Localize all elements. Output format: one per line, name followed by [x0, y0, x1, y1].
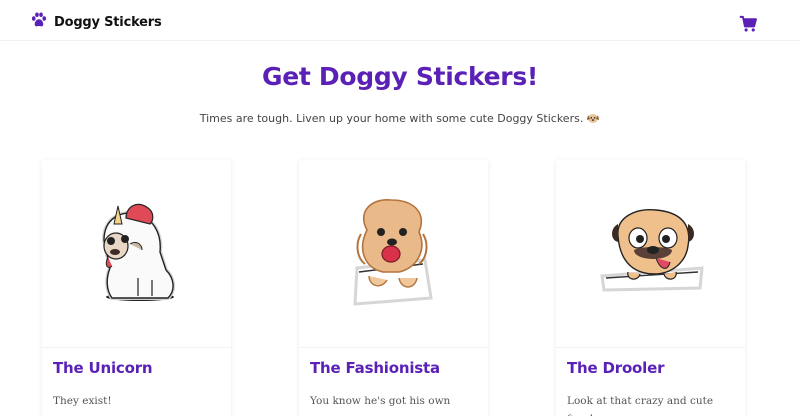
product-description: Look at that crazy and cute face!	[567, 395, 714, 416]
page-subtitle: Times are tough. Liven up your home with…	[0, 112, 800, 125]
product-image	[42, 160, 231, 348]
product-card[interactable]: The Unicorn They exist!	[42, 160, 231, 416]
drooling-pug-sticker	[600, 209, 704, 292]
product-description: You know he's got his own	[310, 395, 451, 407]
brand-name: Doggy Stickers	[54, 14, 162, 30]
paw-icon	[30, 11, 48, 33]
page-title: Get Doggy Stickers!	[261, 62, 538, 91]
product-card[interactable]: The Fashionista You know he's got his ow…	[299, 160, 488, 416]
subtitle-text: Times are tough. Liven up your home with…	[199, 112, 584, 125]
product-description: They exist!	[53, 395, 112, 407]
product-title[interactable]: The Unicorn	[53, 359, 153, 377]
unicorn-pug-sticker	[101, 203, 175, 301]
site-header: Doggy Stickers	[0, 0, 800, 41]
product-title[interactable]: The Fashionista	[310, 359, 440, 377]
brand-link[interactable]: Doggy Stickers	[30, 11, 162, 33]
shopping-cart-icon[interactable]	[739, 15, 758, 33]
product-image	[299, 160, 488, 348]
product-card[interactable]: The Drooler Look at that crazy and cute …	[556, 160, 745, 416]
product-title[interactable]: The Drooler	[567, 359, 664, 377]
product-image	[556, 160, 745, 348]
fluffy-dog-sticker	[353, 199, 433, 306]
dog-face-icon	[586, 112, 600, 124]
